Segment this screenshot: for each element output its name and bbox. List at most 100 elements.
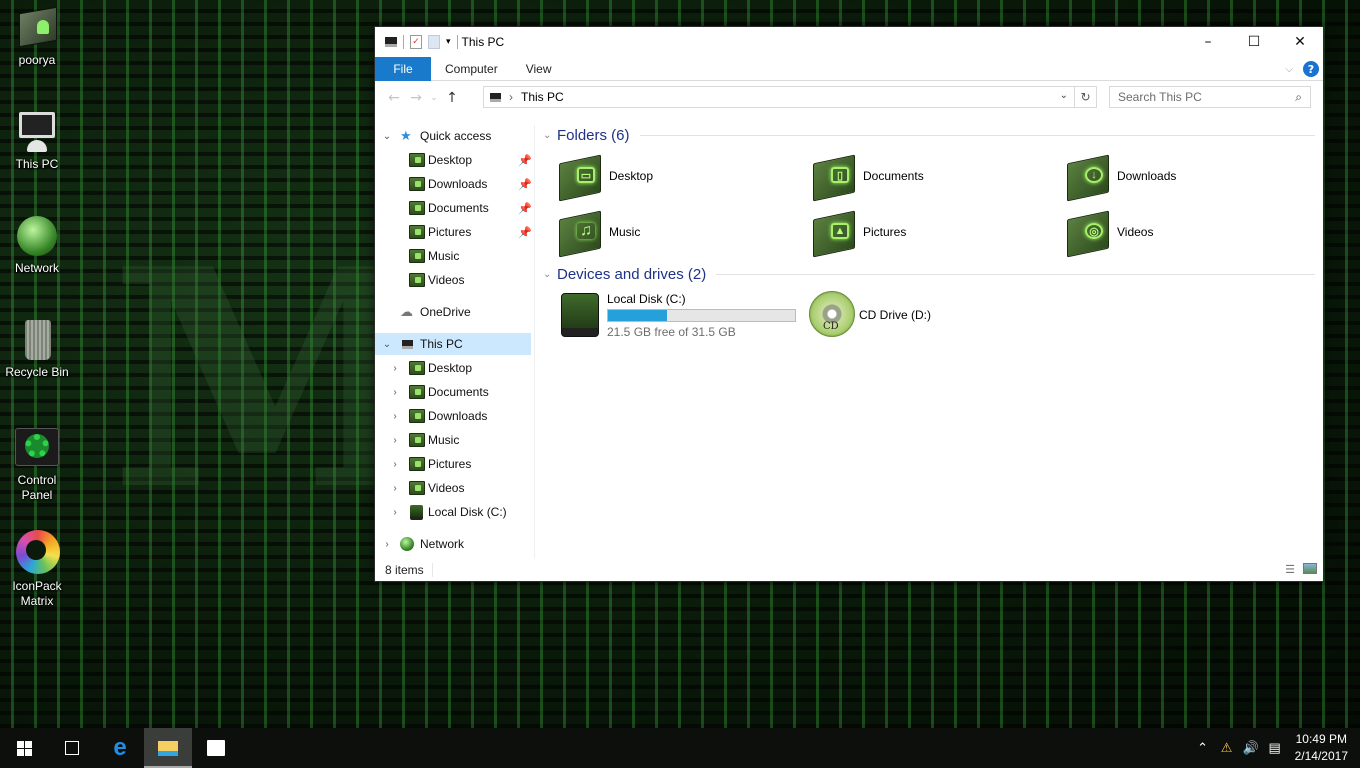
folders-group-header[interactable]: ⌄ Folders (6) <box>543 127 1315 144</box>
nav-qa-pictures[interactable]: Pictures 📌 <box>375 221 532 243</box>
nav-qa-downloads[interactable]: Downloads 📌 <box>375 173 532 195</box>
nav-quick-access[interactable]: ⌄ ★ Quick access <box>375 125 531 147</box>
address-bar[interactable]: › This PC ⌄ <box>483 86 1075 108</box>
control-panel-gear-icon <box>15 426 59 470</box>
pin-icon[interactable]: 📌 <box>518 226 532 239</box>
taskbar-edge[interactable]: e <box>96 728 144 768</box>
nav-qa-videos[interactable]: Videos <box>375 269 531 291</box>
desktop-icon-iconpack[interactable]: IconPack Matrix <box>4 526 70 609</box>
nav-pc-downloads[interactable]: › Downloads <box>375 405 531 427</box>
nav-pc-local-disk[interactable]: › Local Disk (C:) <box>375 501 531 523</box>
folder-tile-downloads[interactable]: ↓ Downloads <box>1065 153 1176 202</box>
drive-tile-local-disk[interactable]: Local Disk (C:) 21.5 GB free of 31.5 GB <box>557 291 796 339</box>
nav-pc-videos[interactable]: › Videos <box>375 477 531 499</box>
taskbar-file-explorer[interactable] <box>144 728 192 768</box>
taskbar-store[interactable] <box>192 728 240 768</box>
nav-qa-documents[interactable]: Documents 📌 <box>375 197 532 219</box>
maximize-button[interactable]: ☐ <box>1231 27 1277 56</box>
desktop-icon-user[interactable]: poorya <box>4 6 70 67</box>
customize-qat-chevron-icon[interactable]: ▾ <box>446 37 451 47</box>
chevron-down-icon[interactable]: ⌄ <box>543 269 557 280</box>
tab-file[interactable]: File <box>375 56 431 81</box>
folder-tile-pictures[interactable]: ▲ Pictures <box>811 209 906 258</box>
chevron-right-icon[interactable]: › <box>389 459 401 470</box>
folder-downloads-icon <box>409 409 425 423</box>
breadcrumb-this-pc[interactable]: This PC <box>521 90 564 104</box>
nav-network[interactable]: › Network <box>375 533 531 555</box>
properties-icon[interactable]: ✓ <box>410 35 422 49</box>
details-view-icon[interactable]: ☰ <box>1285 563 1295 576</box>
nav-pc-desktop[interactable]: › Desktop <box>375 357 531 379</box>
task-view-button[interactable] <box>48 728 96 768</box>
large-icons-view-icon[interactable] <box>1303 563 1317 574</box>
recent-locations-chevron-icon[interactable]: ⌄ <box>427 93 441 103</box>
chevron-right-icon[interactable]: › <box>389 435 401 446</box>
help-icon[interactable]: ? <box>1303 61 1319 77</box>
start-button[interactable] <box>0 728 48 768</box>
desktop-icon-network[interactable]: Network <box>4 214 70 275</box>
chevron-right-icon[interactable]: › <box>389 363 401 374</box>
network-globe-icon <box>400 537 414 551</box>
minimize-button[interactable]: – <box>1185 27 1231 56</box>
chevron-right-icon[interactable]: › <box>389 507 401 518</box>
folder-tile-documents[interactable]: ▯ Documents <box>811 153 924 202</box>
desktop-icon-recycle-bin[interactable]: Recycle Bin <box>4 318 70 379</box>
clock-date: 2/14/2017 <box>1294 749 1348 763</box>
nav-onedrive[interactable]: ☁ OneDrive <box>375 301 531 323</box>
computer-icon <box>490 92 501 102</box>
nav-this-pc[interactable]: ⌄ This PC <box>375 333 531 355</box>
chevron-down-icon[interactable]: ⌄ <box>381 131 393 142</box>
folder-tile-videos[interactable]: ◎ Videos <box>1065 209 1153 258</box>
folder-music-icon <box>409 249 425 263</box>
computer-icon <box>385 37 397 47</box>
nav-pc-documents[interactable]: › Documents <box>375 381 531 403</box>
computer-icon <box>15 110 59 154</box>
chevron-down-icon[interactable]: ⌄ <box>543 130 557 141</box>
nav-pc-pictures[interactable]: › Pictures <box>375 453 531 475</box>
folder-tile-music[interactable]: ♫ Music <box>557 209 640 258</box>
store-bag-icon <box>207 740 225 756</box>
desktop-icon-this-pc[interactable]: This PC <box>4 110 70 171</box>
close-button[interactable]: ✕ <box>1277 27 1323 56</box>
forward-arrow-icon[interactable]: → <box>405 90 427 106</box>
chevron-right-icon[interactable]: › <box>389 411 401 422</box>
window-title: This PC <box>461 35 505 49</box>
chevron-right-icon[interactable]: › <box>389 483 401 494</box>
search-input[interactable]: Search This PC ⌕ <box>1109 86 1311 108</box>
folder-tile-desktop[interactable]: ▭ Desktop <box>557 153 653 202</box>
tab-view[interactable]: View <box>512 57 566 81</box>
chevron-right-icon[interactable]: › <box>389 387 401 398</box>
pin-icon[interactable]: 📌 <box>518 178 532 191</box>
devices-group-header[interactable]: ⌄ Devices and drives (2) <box>543 266 1315 283</box>
show-hidden-icons-chevron-icon[interactable]: ⌃ <box>1191 740 1215 756</box>
chevron-right-icon[interactable]: › <box>381 539 393 550</box>
network-warning-icon[interactable]: ⚠ <box>1215 740 1239 756</box>
folder-music-icon: ♫ <box>557 209 603 258</box>
nav-qa-music[interactable]: Music <box>375 245 531 267</box>
nav-qa-desktop[interactable]: Desktop 📌 <box>375 149 532 171</box>
action-center-icon[interactable]: ▤ <box>1263 740 1287 756</box>
expand-ribbon-chevron-icon[interactable]: ⌵ <box>1285 64 1293 75</box>
address-dropdown-chevron-icon[interactable]: ⌄ <box>1060 90 1068 101</box>
new-folder-icon[interactable] <box>428 35 440 49</box>
up-arrow-icon[interactable]: ↑ <box>441 90 463 106</box>
breadcrumb-separator[interactable]: › <box>509 90 513 104</box>
pin-icon[interactable]: 📌 <box>518 154 532 167</box>
taskbar: e ⌃ ⚠ 🔊 ▤ 10:49 PM 2/14/2017 <box>0 728 1360 768</box>
desktop-icon-label: IconPack Matrix <box>12 579 62 608</box>
desktop-icon-control-panel[interactable]: Control Panel <box>4 426 70 503</box>
refresh-button[interactable]: ↻ <box>1075 86 1097 108</box>
status-bar: 8 items ☰ <box>375 559 1323 581</box>
folder-videos-icon: ◎ <box>1065 209 1111 258</box>
hard-drive-icon <box>410 504 423 520</box>
back-arrow-icon[interactable]: ← <box>383 90 405 106</box>
quick-access-toolbar: ✓ ▾ <box>375 35 458 49</box>
nav-pc-music[interactable]: › Music <box>375 429 531 451</box>
volume-icon[interactable]: 🔊 <box>1239 740 1263 756</box>
clock[interactable]: 10:49 PM 2/14/2017 <box>1287 731 1360 765</box>
pin-icon[interactable]: 📌 <box>518 202 532 215</box>
drive-tile-cd[interactable]: CD CD Drive (D:) <box>809 291 931 339</box>
tab-computer[interactable]: Computer <box>431 57 512 81</box>
ribbon-tabs: File Computer View ⌵ ? <box>375 56 1323 81</box>
chevron-down-icon[interactable]: ⌄ <box>381 339 393 350</box>
